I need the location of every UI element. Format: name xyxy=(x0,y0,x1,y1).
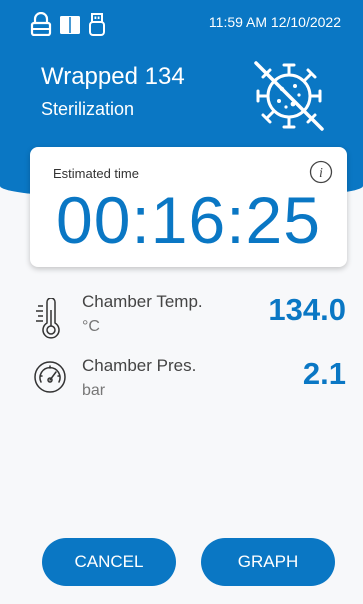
chamber-pres-row: Chamber Pres. bar 2.1 xyxy=(0,356,363,416)
svg-text:i: i xyxy=(319,166,323,181)
estimated-time-value: 00:16:25 xyxy=(56,183,321,257)
program-title: Wrapped 134 xyxy=(41,63,185,90)
chamber-pres-value: 2.1 xyxy=(302,356,346,391)
chamber-temp-value: 134.0 xyxy=(268,292,346,327)
estimated-time-label: Estimated time xyxy=(53,166,139,181)
gauge-icon xyxy=(34,361,66,393)
thermometer-icon xyxy=(36,298,60,339)
status-icons xyxy=(30,12,106,36)
status-datetime: 11:59 AM 12/10/2022 xyxy=(208,14,341,30)
chamber-pres-label: Chamber Pres. xyxy=(82,356,197,375)
lock-icon xyxy=(30,12,52,36)
chamber-pres-unit: bar xyxy=(82,382,106,399)
chamber-temp-unit: °C xyxy=(82,318,100,335)
cancel-button[interactable]: CANCEL xyxy=(42,538,176,586)
usb-icon xyxy=(89,13,105,36)
virus-crossed-icon xyxy=(254,61,324,131)
chamber-temp-row: Chamber Temp. °C 134.0 xyxy=(0,292,363,352)
chamber-temp-label: Chamber Temp. xyxy=(82,292,203,311)
estimated-time-card: Estimated time i 00:16:25 xyxy=(30,147,347,267)
graph-button[interactable]: GRAPH xyxy=(201,538,335,586)
program-subtitle: Sterilization xyxy=(41,99,135,119)
info-icon[interactable]: i xyxy=(309,160,333,184)
book-icon xyxy=(60,16,80,34)
